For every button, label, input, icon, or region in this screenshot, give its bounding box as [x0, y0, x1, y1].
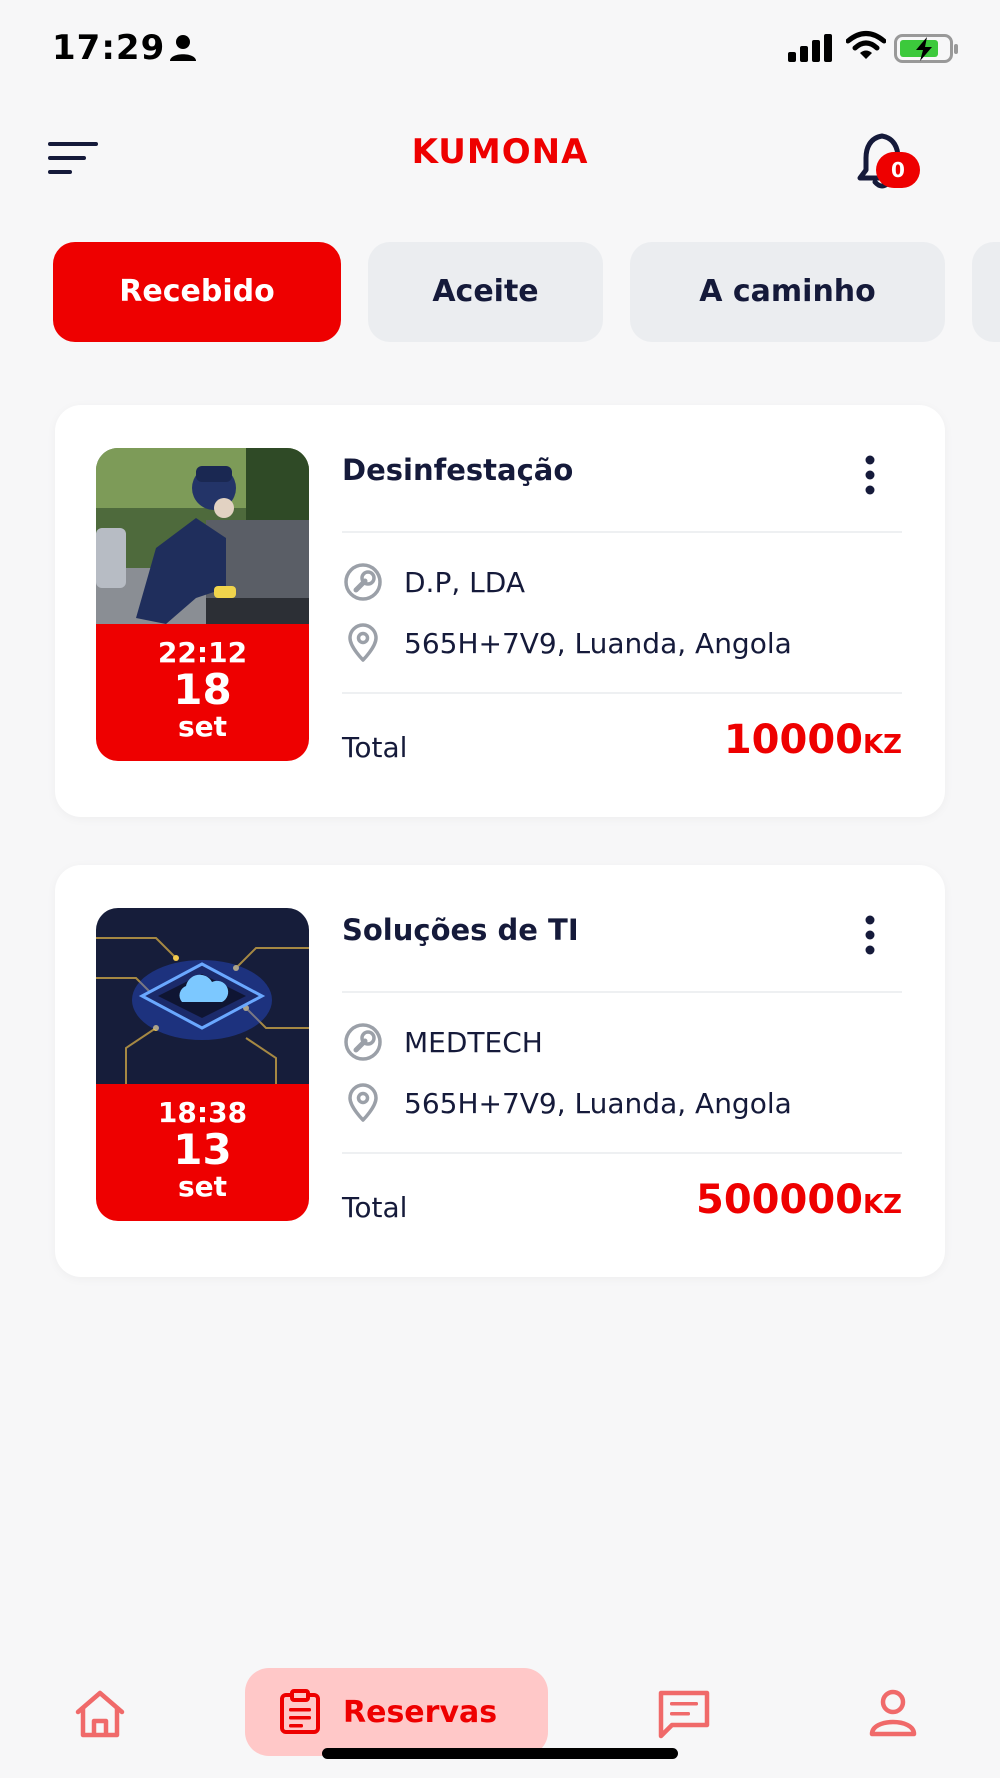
date-block: 18:38 13 set [96, 1084, 309, 1221]
booking-month: set [177, 1170, 228, 1203]
wrench-icon [344, 563, 382, 601]
status-tabs: Recebido Aceite A caminho [0, 242, 1000, 344]
total-amount: 10000 [723, 717, 863, 763]
address-row: 565H+7V9, Luanda, Angola [342, 1083, 792, 1123]
total-value: 10000KZ [724, 717, 902, 763]
cloud-chip-photo [96, 908, 309, 1084]
provider-name: D.P, LDA [404, 565, 525, 599]
pest-control-photo [96, 448, 309, 624]
tab-recebido[interactable]: Recebido [53, 242, 341, 342]
nav-reservas-label: Reservas [343, 1694, 498, 1730]
home-icon[interactable] [72, 1688, 128, 1740]
address-text: 565H+7V9, Luanda, Angola [404, 626, 792, 660]
total-label: Total [342, 731, 408, 764]
location-pin-icon [348, 1083, 378, 1122]
battery-charging-icon [894, 34, 958, 63]
booking-thumbnail: 18:38 13 set [96, 908, 309, 1221]
total-label: Total [342, 1191, 408, 1224]
booking-time: 18:38 [157, 1096, 248, 1129]
status-time: 17:29 [52, 28, 166, 68]
booking-card[interactable]: 18:38 13 set Soluções de TI MEDTECH 565H… [55, 865, 945, 1277]
cellular-signal-icon [788, 34, 832, 62]
booking-thumbnail: 22:12 18 set [96, 448, 309, 761]
booking-month: set [177, 710, 228, 743]
app-title: KUMONA [411, 132, 589, 172]
home-indicator [322, 1748, 678, 1759]
notification-badge: 0 [876, 152, 920, 188]
booking-title: Desinfestação [342, 453, 574, 487]
chat-icon[interactable] [656, 1688, 712, 1740]
currency: KZ [863, 1190, 902, 1220]
booking-card[interactable]: 22:12 18 set Desinfestação D.P, LDA 565H… [55, 405, 945, 817]
divider [342, 692, 902, 694]
provider-row: MEDTECH [342, 1022, 543, 1062]
tab-next[interactable] [972, 242, 1000, 342]
divider [342, 991, 902, 993]
total-value: 500000KZ [696, 1177, 902, 1223]
clipboard-icon [280, 1689, 320, 1734]
divider [342, 1152, 902, 1154]
more-options-icon[interactable] [855, 453, 885, 497]
booking-time: 22:12 [157, 636, 248, 669]
screen: 17:29 KUMONA 0 Recebido Aceite A caminho… [0, 0, 1000, 1778]
bottom-navigation: Reservas [0, 1660, 1000, 1778]
profile-icon[interactable] [868, 1688, 918, 1738]
more-options-icon[interactable] [855, 913, 885, 957]
booking-title: Soluções de TI [342, 913, 579, 947]
person-icon [170, 35, 196, 61]
provider-row: D.P, LDA [342, 562, 525, 602]
provider-name: MEDTECH [404, 1025, 543, 1059]
location-pin-icon [348, 623, 378, 662]
divider [342, 531, 902, 533]
total-amount: 500000 [696, 1177, 863, 1223]
status-bar: 17:29 [0, 0, 1000, 100]
tab-aceite[interactable]: Aceite [368, 242, 603, 342]
booking-day: 13 [173, 1125, 232, 1174]
address-text: 565H+7V9, Luanda, Angola [404, 1086, 792, 1120]
tab-a-caminho[interactable]: A caminho [630, 242, 945, 342]
wrench-icon [344, 1023, 382, 1061]
address-row: 565H+7V9, Luanda, Angola [342, 623, 792, 663]
date-block: 22:12 18 set [96, 624, 309, 761]
booking-day: 18 [173, 665, 232, 714]
nav-reservas[interactable]: Reservas [245, 1668, 548, 1756]
wifi-icon [846, 31, 886, 59]
currency: KZ [863, 730, 902, 760]
